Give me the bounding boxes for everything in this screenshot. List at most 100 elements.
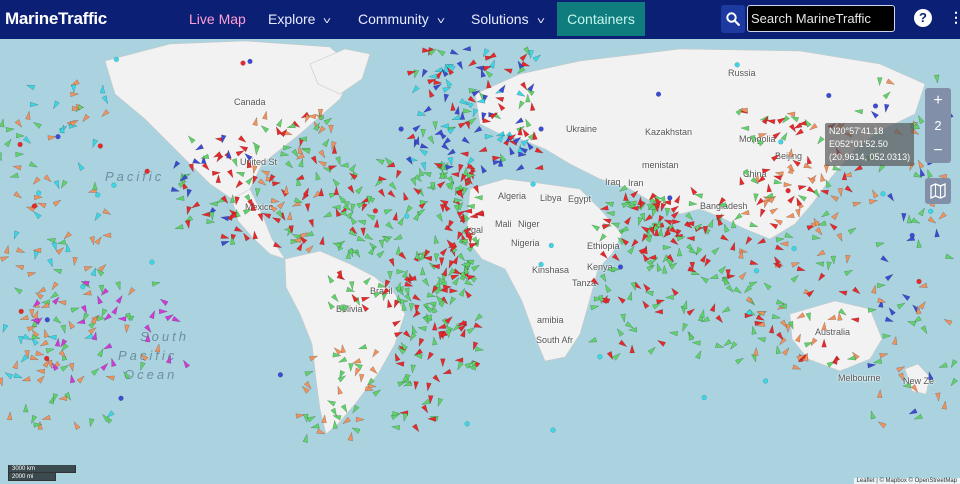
vessel-marker[interactable] bbox=[395, 361, 405, 367]
vessel-marker[interactable] bbox=[144, 324, 153, 334]
vessel-marker[interactable] bbox=[22, 333, 32, 342]
vessel-marker[interactable] bbox=[350, 203, 356, 213]
vessel-marker[interactable] bbox=[657, 227, 664, 237]
vessel-marker[interactable] bbox=[366, 212, 376, 221]
vessel-marker[interactable] bbox=[844, 185, 854, 194]
vessel-marker[interactable] bbox=[740, 125, 750, 132]
vessel-marker[interactable] bbox=[943, 317, 953, 326]
vessel-marker[interactable] bbox=[465, 203, 475, 210]
vessel-marker[interactable] bbox=[761, 167, 772, 174]
vessel-marker[interactable] bbox=[532, 53, 542, 62]
vessel-marker[interactable] bbox=[816, 249, 826, 258]
vessel-marker[interactable] bbox=[361, 295, 371, 303]
vessel-marker[interactable] bbox=[194, 143, 204, 152]
vessel-marker[interactable] bbox=[590, 277, 600, 287]
vessel-marker[interactable] bbox=[478, 146, 488, 154]
vessel-marker[interactable] bbox=[412, 293, 422, 302]
vessel-marker[interactable] bbox=[670, 287, 679, 297]
vessel-marker[interactable] bbox=[654, 309, 663, 315]
vessel-marker[interactable] bbox=[159, 308, 168, 315]
vessel-marker[interactable] bbox=[310, 155, 319, 165]
vessel-marker[interactable] bbox=[35, 350, 45, 357]
vessel-marker[interactable] bbox=[360, 303, 370, 313]
vessel-marker[interactable] bbox=[762, 281, 772, 291]
vessel-marker[interactable] bbox=[422, 105, 432, 115]
vessel-marker[interactable] bbox=[769, 206, 779, 215]
vessel-marker[interactable] bbox=[102, 232, 112, 238]
vessel-marker[interactable] bbox=[473, 125, 483, 134]
vessel-marker[interactable] bbox=[773, 179, 783, 185]
vessel-marker[interactable] bbox=[823, 164, 830, 174]
anchored-vessel-marker[interactable] bbox=[655, 91, 662, 97]
vessel-marker[interactable] bbox=[436, 213, 445, 223]
vessel-marker[interactable] bbox=[775, 236, 785, 243]
vessel-marker[interactable] bbox=[882, 333, 892, 339]
vessel-marker[interactable] bbox=[103, 342, 113, 351]
vessel-marker[interactable] bbox=[828, 222, 838, 231]
vessel-marker[interactable] bbox=[206, 218, 216, 225]
vessel-marker[interactable] bbox=[473, 195, 483, 201]
vessel-marker[interactable] bbox=[151, 280, 161, 287]
live-map[interactable]: Canada United St Mexico Russia Kazakhsta… bbox=[0, 39, 960, 484]
vessel-marker[interactable] bbox=[72, 420, 81, 431]
anchored-vessel-marker[interactable] bbox=[17, 141, 23, 148]
vessel-marker[interactable] bbox=[262, 211, 272, 219]
vessel-marker[interactable] bbox=[656, 338, 666, 347]
vessel-marker[interactable] bbox=[436, 397, 444, 408]
vessel-marker[interactable] bbox=[383, 279, 391, 289]
vessel-marker[interactable] bbox=[641, 299, 650, 309]
vessel-marker[interactable] bbox=[911, 217, 921, 226]
anchored-vessel-marker[interactable] bbox=[44, 317, 50, 323]
vessel-marker[interactable] bbox=[364, 233, 374, 242]
vessel-marker[interactable] bbox=[731, 219, 737, 229]
vessel-marker[interactable] bbox=[51, 100, 60, 110]
vessel-marker[interactable] bbox=[406, 133, 416, 141]
anchored-vessel-marker[interactable] bbox=[734, 62, 740, 68]
vessel-marker[interactable] bbox=[685, 236, 695, 242]
vessel-marker[interactable] bbox=[386, 298, 393, 308]
vessel-marker[interactable] bbox=[770, 153, 780, 162]
vessel-marker[interactable] bbox=[450, 101, 456, 111]
vessel-marker[interactable] bbox=[439, 247, 449, 257]
vessel-marker[interactable] bbox=[295, 413, 305, 419]
vessel-marker[interactable] bbox=[188, 163, 196, 173]
vessel-marker[interactable] bbox=[877, 420, 887, 429]
vessel-marker[interactable] bbox=[461, 136, 471, 146]
vessel-marker[interactable] bbox=[796, 265, 806, 273]
vessel-marker[interactable] bbox=[246, 159, 252, 169]
vessel-marker[interactable] bbox=[790, 273, 800, 283]
vessel-marker[interactable] bbox=[791, 158, 801, 167]
vessel-marker[interactable] bbox=[185, 188, 193, 198]
vessel-marker[interactable] bbox=[721, 306, 731, 315]
vessel-marker[interactable] bbox=[318, 149, 327, 159]
vessel-marker[interactable] bbox=[534, 147, 544, 156]
vessel-marker[interactable] bbox=[901, 213, 907, 223]
anchored-vessel-marker[interactable] bbox=[880, 191, 886, 197]
vessel-marker[interactable] bbox=[484, 133, 494, 140]
vessel-marker[interactable] bbox=[680, 322, 688, 333]
vessel-marker[interactable] bbox=[154, 343, 161, 353]
vessel-marker[interactable] bbox=[603, 283, 612, 293]
vessel-marker[interactable] bbox=[316, 428, 326, 436]
vessel-marker[interactable] bbox=[711, 246, 721, 256]
vessel-marker[interactable] bbox=[630, 189, 640, 199]
anchored-vessel-marker[interactable] bbox=[31, 203, 38, 209]
vessel-marker[interactable] bbox=[29, 354, 40, 362]
vessel-marker[interactable] bbox=[902, 382, 912, 389]
vessel-marker[interactable] bbox=[620, 313, 627, 323]
vessel-marker[interactable] bbox=[102, 208, 112, 217]
vessel-marker[interactable] bbox=[52, 316, 62, 325]
vessel-marker[interactable] bbox=[333, 186, 340, 195]
vessel-marker[interactable] bbox=[70, 84, 77, 94]
vessel-marker[interactable] bbox=[126, 287, 136, 296]
anchored-vessel-marker[interactable] bbox=[113, 56, 120, 63]
vessel-marker[interactable] bbox=[46, 237, 56, 244]
vessel-marker[interactable] bbox=[744, 236, 753, 246]
vessel-marker[interactable] bbox=[306, 414, 317, 423]
vessel-marker[interactable] bbox=[76, 161, 85, 171]
vessel-marker[interactable] bbox=[83, 264, 93, 272]
vessel-marker[interactable] bbox=[231, 158, 239, 168]
vessel-marker[interactable] bbox=[230, 193, 236, 203]
vessel-marker[interactable] bbox=[906, 319, 917, 327]
vessel-marker[interactable] bbox=[916, 238, 922, 248]
